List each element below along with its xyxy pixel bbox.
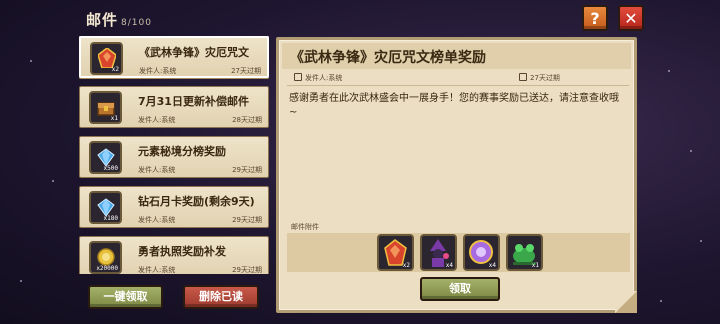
calendar-icon xyxy=(519,73,527,81)
page-title-text: 邮件 xyxy=(86,11,119,29)
purple-orb-icon[interactable]: x4 xyxy=(463,234,500,271)
treasure-chest-icon: x1 xyxy=(89,91,122,124)
delete-read-button[interactable]: 删除已读 xyxy=(183,285,259,309)
mail-item-sender: 发件人:系统 xyxy=(138,166,176,174)
page-title: 邮件 8/100 xyxy=(86,9,152,30)
star-decoration xyxy=(30,60,32,62)
attachments-strip xyxy=(287,233,630,272)
gold-coin-icon: x20000 xyxy=(89,241,122,274)
mail-item-qty: x500 xyxy=(103,165,118,172)
mail-item-sender: 发件人:系统 xyxy=(138,266,176,274)
diamond-icon: x180 xyxy=(89,191,122,224)
person-icon xyxy=(294,73,302,81)
mail-item-expire: 27天过期 xyxy=(231,67,261,75)
mail-list-item[interactable]: x2 《武林争锋》灾厄咒文 发件人:系统 27天过期 xyxy=(79,36,269,78)
green-creature-icon[interactable]: x1 xyxy=(506,234,543,271)
star-decoration xyxy=(690,150,692,152)
mail-list-item[interactable]: x20000 勇者执照奖励补发 发件人:系统 29天过期 xyxy=(79,236,269,274)
mail-item-sender: 发件人:系统 xyxy=(138,216,176,224)
claim-button[interactable]: 领取 xyxy=(420,277,500,301)
star-decoration xyxy=(700,240,702,242)
mail-item-qty: x20000 xyxy=(96,265,118,272)
attachment-qty: x4 xyxy=(445,262,453,269)
wizard-figure-icon[interactable]: x4 xyxy=(420,234,457,271)
mail-item-qty: x1 xyxy=(110,115,118,122)
attachments-label: 邮件附件 xyxy=(291,223,319,231)
mail-list-item[interactable]: x1 7月31日更新补偿邮件 发件人:系统 28天过期 xyxy=(79,86,269,128)
detail-expire-text: 27天过期 xyxy=(530,74,560,82)
attachment-qty: x4 xyxy=(488,262,496,269)
detail-body: 感谢勇者在此次武林盛会中一展身手！您的赛事奖励已送达，请注意查收哦~ xyxy=(289,93,619,118)
mail-item-expire: 29天过期 xyxy=(232,216,262,224)
detail-sender: 发件人:系统 xyxy=(294,73,342,83)
attachment-qty: x1 xyxy=(531,262,539,269)
claim-all-button[interactable]: 一键领取 xyxy=(88,285,163,309)
mail-item-expire: 29天过期 xyxy=(232,266,262,274)
close-icon: ✕ xyxy=(624,8,638,28)
star-decoration xyxy=(52,180,54,182)
mail-item-title: 7月31日更新补偿邮件 xyxy=(138,95,249,108)
page-curl-decoration xyxy=(615,291,637,313)
mail-item-sender: 发件人:系统 xyxy=(138,116,176,124)
mail-item-title: 勇者执照奖励补发 xyxy=(138,245,226,258)
star-decoration xyxy=(660,300,662,302)
mail-list-item[interactable]: x180 钻石月卡奖励(剩余9天) 发件人:系统 29天过期 xyxy=(79,186,269,228)
mail-list-item[interactable]: x500 元素秘境分榜奖励 发件人:系统 29天过期 xyxy=(79,136,269,178)
detail-title-bar: 《武林争锋》灾厄咒文榜单奖励 xyxy=(282,43,631,69)
mail-item-qty: x2 xyxy=(111,66,119,73)
attachment-qty: x2 xyxy=(402,262,410,269)
mail-count: 8/100 xyxy=(121,18,152,28)
mail-item-title: 《武林争锋》灾厄咒文 xyxy=(139,46,249,59)
mail-item-qty: x180 xyxy=(103,215,118,222)
help-icon: ? xyxy=(590,8,600,28)
mail-item-title: 钻石月卡奖励(剩余9天) xyxy=(138,195,255,208)
mail-detail-panel: 《武林争锋》灾厄咒文榜单奖励 发件人:系统 27天过期 感谢勇者在此次武林盛会中… xyxy=(276,37,637,313)
diamond-icon: x500 xyxy=(89,141,122,174)
help-button[interactable]: ? xyxy=(582,5,608,31)
mail-item-expire: 29天过期 xyxy=(232,166,262,174)
divider xyxy=(287,85,629,86)
close-button[interactable]: ✕ xyxy=(618,5,644,31)
mail-list[interactable]: x2 《武林争锋》灾厄咒文 发件人:系统 27天过期 x1 7月31日更新补偿邮… xyxy=(79,36,269,274)
mail-item-sender: 发件人:系统 xyxy=(139,67,177,75)
star-decoration xyxy=(20,280,22,282)
detail-expire: 27天过期 xyxy=(519,73,560,83)
star-decoration xyxy=(668,70,670,72)
red-gem-icon[interactable]: x2 xyxy=(377,234,414,271)
mail-item-expire: 28天过期 xyxy=(232,116,262,124)
detail-sender-text: 发件人:系统 xyxy=(305,74,343,82)
detail-title: 《武林争锋》灾厄咒文榜单奖励 xyxy=(290,50,486,66)
mail-item-title: 元素秘境分榜奖励 xyxy=(138,145,226,158)
red-gem-icon: x2 xyxy=(90,42,123,75)
